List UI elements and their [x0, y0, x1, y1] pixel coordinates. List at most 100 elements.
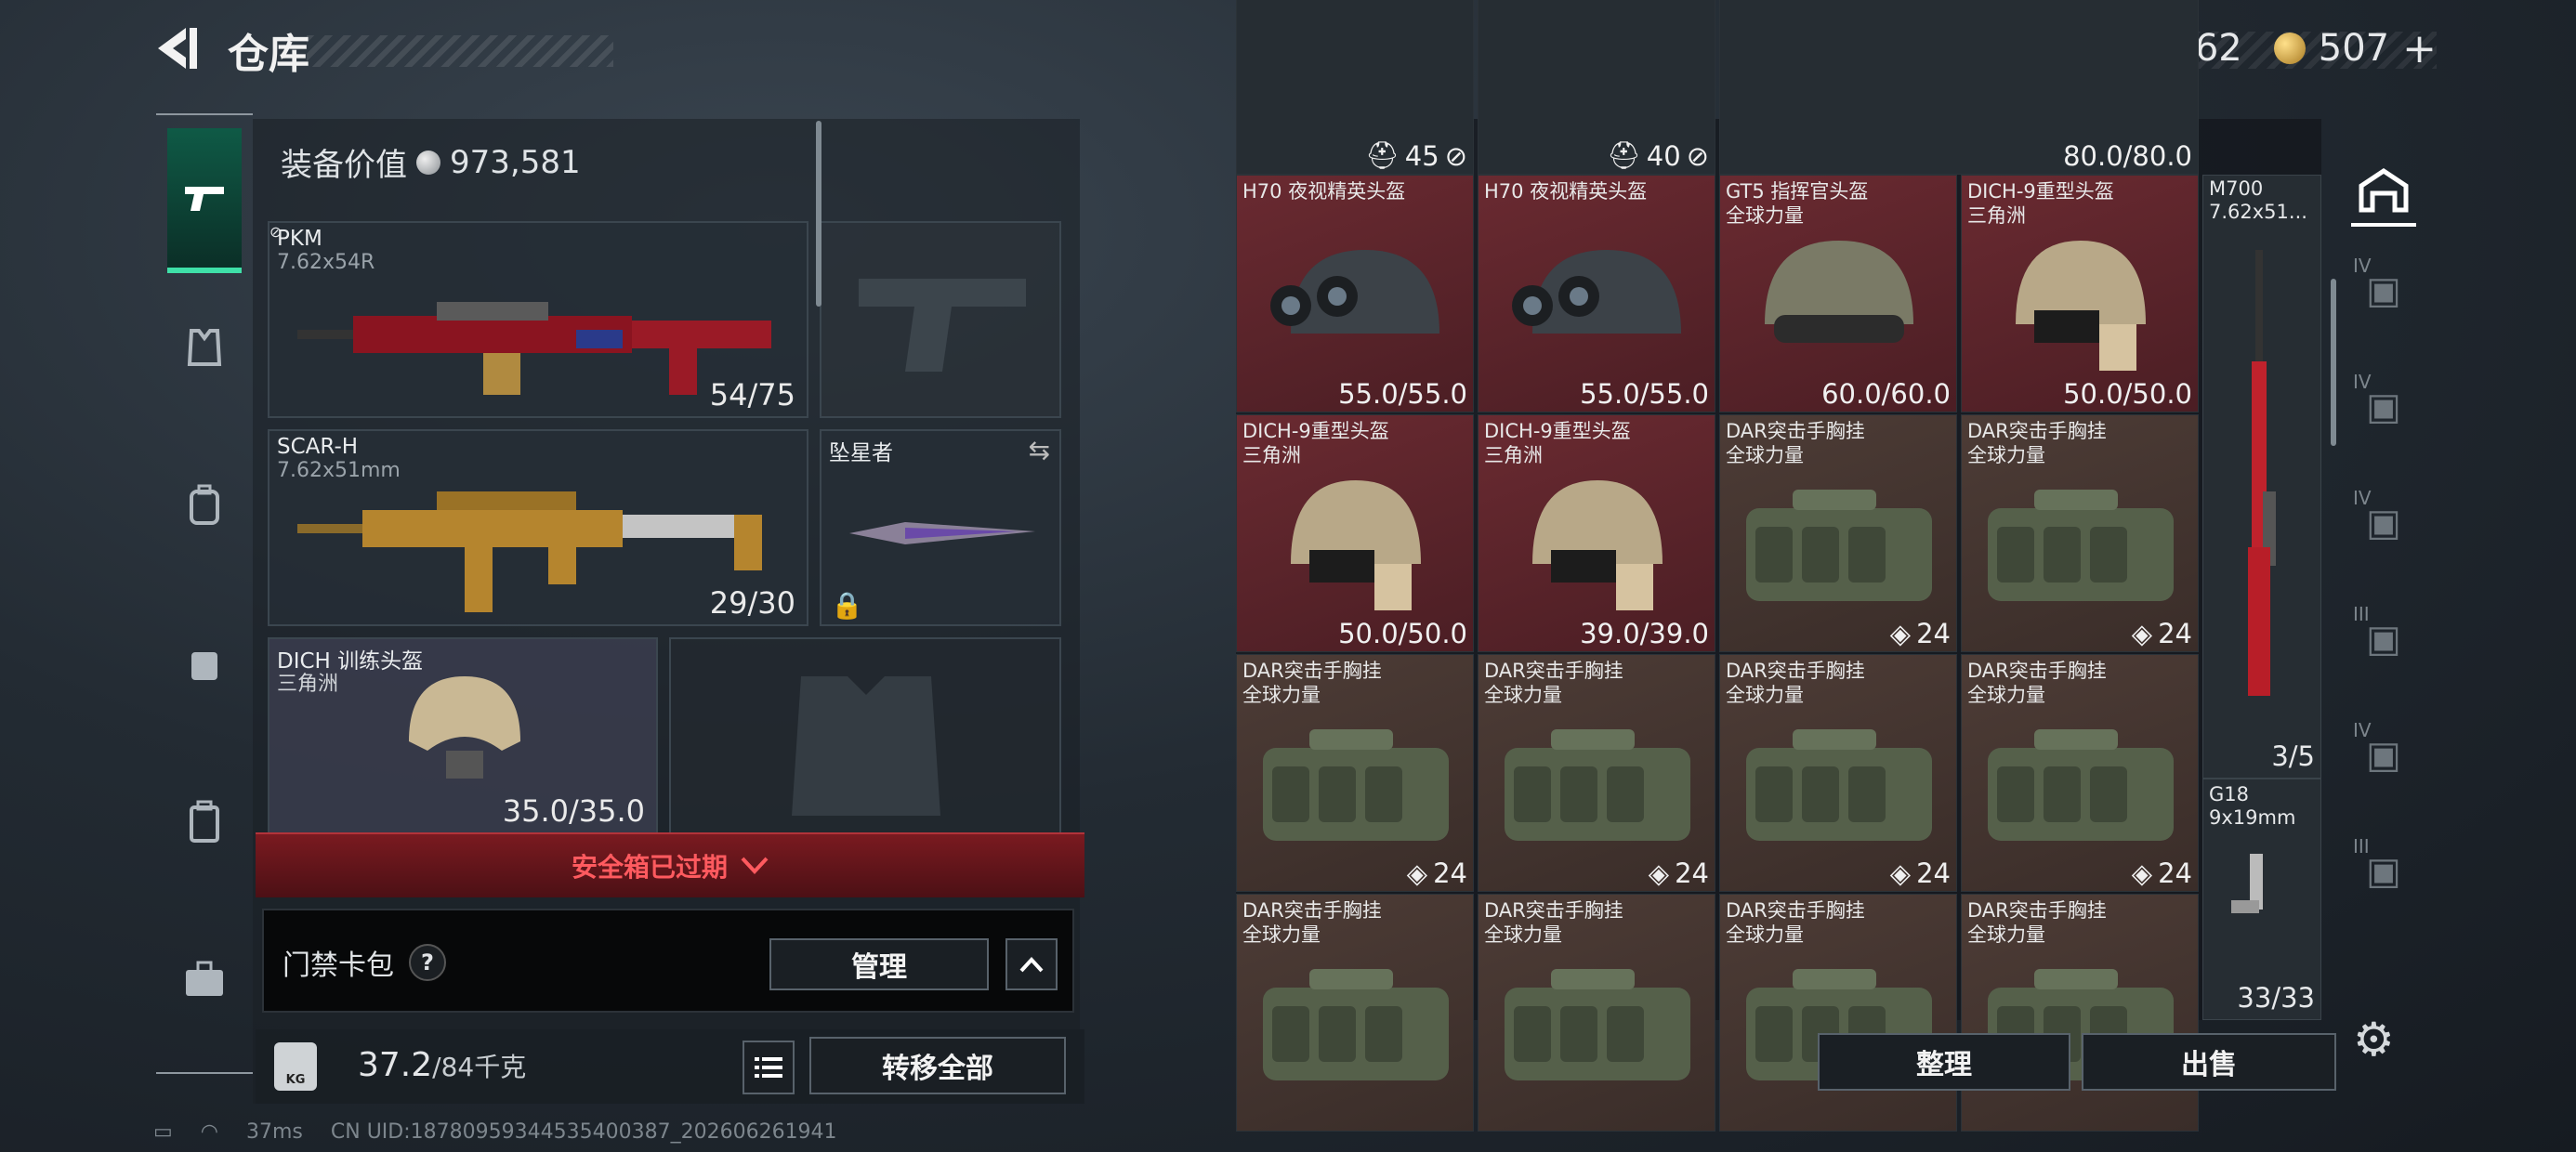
item-info: DAR突击手胸挂 全球力量	[1726, 898, 1865, 947]
backpack-tab[interactable]	[167, 468, 242, 543]
filter-tier-label-3: IV	[2353, 487, 2372, 509]
storage-cell[interactable]: DICH-9重型头盔 三角洲 50.0/50.0	[1236, 414, 1474, 652]
swap-icon[interactable]: ⇆	[1029, 435, 1050, 465]
item-value: 55.0/55.0	[1580, 378, 1709, 410]
filter-tier-label-2: IV	[2353, 371, 2372, 393]
helmet-slot[interactable]: DICH 训练头盔 三角洲 35.0/35.0	[268, 637, 658, 834]
storage-top-cell[interactable]: ⛑ 40 ⊘	[1478, 0, 1715, 175]
secondary-weapon-ammo: 29/30	[709, 585, 795, 621]
secondary-weapon-slot[interactable]: SCAR-H 7.62x51mm 29/30	[268, 429, 808, 626]
item-value-text: 24	[2158, 618, 2192, 649]
collapse-button[interactable]	[1005, 938, 1058, 990]
safe-box-expired-bar[interactable]: 安全箱已过期	[256, 832, 1084, 897]
melee-slot[interactable]: 坠星者 ⇆ 🔒	[820, 429, 1061, 626]
primary-weapon-slot[interactable]: PKM 7.62x54R ⊘ 54/75	[268, 221, 808, 418]
item-info: DAR突击手胸挂 全球力量	[1726, 419, 1865, 467]
loadout-scrollbar[interactable]	[816, 121, 821, 307]
back-button[interactable]	[149, 20, 223, 85]
all-filter-button[interactable]	[2351, 158, 2416, 227]
lock-icon: 🔒	[831, 590, 863, 621]
gold-coin-icon	[2273, 33, 2306, 64]
sniper-caliber: 7.62x51...	[2209, 201, 2307, 223]
pouch-tab[interactable]	[167, 626, 242, 700]
sort-button[interactable]: 整理	[1818, 1033, 2070, 1091]
vest-tab[interactable]	[167, 310, 242, 385]
title-decoration	[307, 35, 613, 67]
equip-value-amount: 973,581	[450, 143, 581, 181]
case-tab[interactable]	[167, 784, 242, 858]
storage-filter-column: IV ▣ IV ▣ IV ▣ III ▣ IV ▣ III ▣	[2342, 119, 2425, 1029]
storage-cell[interactable]: DAR突击手胸挂 全球力量	[1719, 894, 1957, 1132]
storage-cell[interactable]: DICH-9重型头盔 三角洲 39.0/39.0	[1478, 414, 1715, 652]
storage-cell[interactable]: DICH-9重型头盔 三角洲 50.0/50.0	[1961, 175, 2199, 412]
filter-tier-4[interactable]: III ▣	[2351, 603, 2416, 672]
item-value: ◈ 24	[2132, 618, 2192, 649]
top-value-2: 40	[1646, 139, 1681, 172]
pistol-cell[interactable]: G18 9x19mm 33/33	[2202, 779, 2321, 1020]
storage-cell[interactable]: DAR突击手胸挂 全球力量 ◈ 24	[1236, 654, 1474, 892]
transfer-all-button[interactable]: 转移全部	[809, 1037, 1066, 1094]
sniper-rifle-cell[interactable]: M700 7.62x51... 3/5	[2202, 175, 2321, 779]
keycard-help-button[interactable]: ?	[409, 944, 446, 981]
filter-tier-label-6: III	[2353, 835, 2370, 857]
item-name: DAR突击手胸挂	[1242, 660, 1382, 682]
storage-cell[interactable]: H70 夜视精英头盔 55.0/55.0	[1236, 175, 1474, 412]
item-name: DAR突击手胸挂	[1726, 660, 1865, 682]
sniper-info: M700 7.62x51...	[2209, 177, 2307, 224]
gear-icon[interactable]: ⚙	[2353, 1013, 2395, 1067]
item-value-text: 24	[1433, 857, 1467, 889]
melee-blade-icon	[849, 522, 1035, 544]
chest-rig-icon	[1988, 490, 2174, 601]
chest-rig-icon	[1505, 729, 1690, 841]
storage-cell[interactable]: DAR突击手胸挂 全球力量 ◈ 24	[1961, 654, 2199, 892]
storage-cell[interactable]: DAR突击手胸挂 全球力量	[1478, 894, 1715, 1132]
storage-cell[interactable]: DAR突击手胸挂 全球力量	[1961, 894, 2199, 1132]
weapon-tab[interactable]	[167, 128, 242, 273]
ping-text: 37ms	[246, 1120, 303, 1144]
weight-max: /84千克	[432, 1052, 527, 1082]
storage-cell[interactable]: H70 夜视精英头盔 55.0/55.0	[1478, 175, 1715, 412]
storage-cell[interactable]: DAR突击手胸挂 全球力量	[1236, 894, 1474, 1132]
storage-top-cell[interactable]: ⛑ 45 ⊘	[1236, 0, 1474, 175]
item-info: DICH-9重型头盔 三角洲	[1242, 419, 1389, 467]
item-info: DAR突击手胸挂 全球力量	[1967, 419, 2107, 467]
pistol-icon	[185, 187, 224, 211]
storage-cell[interactable]: DAR突击手胸挂 全球力量 ◈ 24	[1478, 654, 1715, 892]
filter-tier-1[interactable]: IV ▣	[2351, 255, 2416, 323]
item-value: ◈ 24	[1649, 857, 1709, 889]
storage-cell[interactable]: DAR突击手胸挂 全球力量 ◈ 24	[1961, 414, 2199, 652]
sell-button[interactable]: 出售	[2082, 1033, 2336, 1091]
sidearm-slot-empty[interactable]	[820, 221, 1061, 418]
storage-cell[interactable]: DAR突击手胸挂 全球力量 ◈ 24	[1719, 414, 1957, 652]
heavy-helmet-icon	[1532, 480, 1663, 610]
rig-capacity-icon: ◈	[1648, 857, 1670, 889]
commander-helmet-icon	[1765, 241, 1913, 343]
toolbox-tab[interactable]	[167, 942, 242, 1016]
list-view-button[interactable]	[743, 1041, 795, 1094]
filter-tier-3[interactable]: IV ▣	[2351, 487, 2416, 556]
weight-current: 37.2	[358, 1046, 433, 1084]
storage-cell[interactable]: DAR突击手胸挂 全球力量 ◈ 24	[1719, 654, 1957, 892]
filter-tier-5[interactable]: IV ▣	[2351, 719, 2416, 788]
top-cell-value: ⛑ 40 ⊘	[1606, 139, 1709, 172]
manage-button[interactable]: 管理	[769, 938, 989, 990]
add-currency-button[interactable]: +	[2402, 25, 2437, 72]
storage-cell[interactable]: GT5 指挥官头盔 全球力量 60.0/60.0	[1719, 175, 1957, 412]
backpack-icon	[190, 484, 219, 525]
item-value-text: 55.0/55.0	[1580, 378, 1709, 410]
item-value: ◈ 24	[1890, 618, 1951, 649]
equip-value-label: 装备价值	[281, 147, 407, 184]
armor-slot-empty[interactable]	[669, 637, 1061, 834]
keycard-header: 门禁卡包 ?	[283, 942, 446, 983]
filter-tier-2[interactable]: IV ▣	[2351, 371, 2416, 439]
storage-scrollbar[interactable]	[2331, 279, 2336, 446]
heavy-helmet-icon	[1291, 480, 1421, 610]
filter-tier-label-4: III	[2353, 603, 2370, 625]
filter-tier-6[interactable]: III ▣	[2351, 835, 2416, 904]
filter-tier-label-1: IV	[2353, 255, 2372, 277]
storage-top-cell[interactable]: 80.0/80.0	[1719, 0, 2199, 175]
item-name: DAR突击手胸挂	[1484, 660, 1623, 682]
top-cell-value: ⛑ 45 ⊘	[1364, 139, 1467, 172]
helmet-durability: 35.0/35.0	[502, 793, 645, 829]
primary-weapon-ammo: 54/75	[709, 377, 795, 412]
